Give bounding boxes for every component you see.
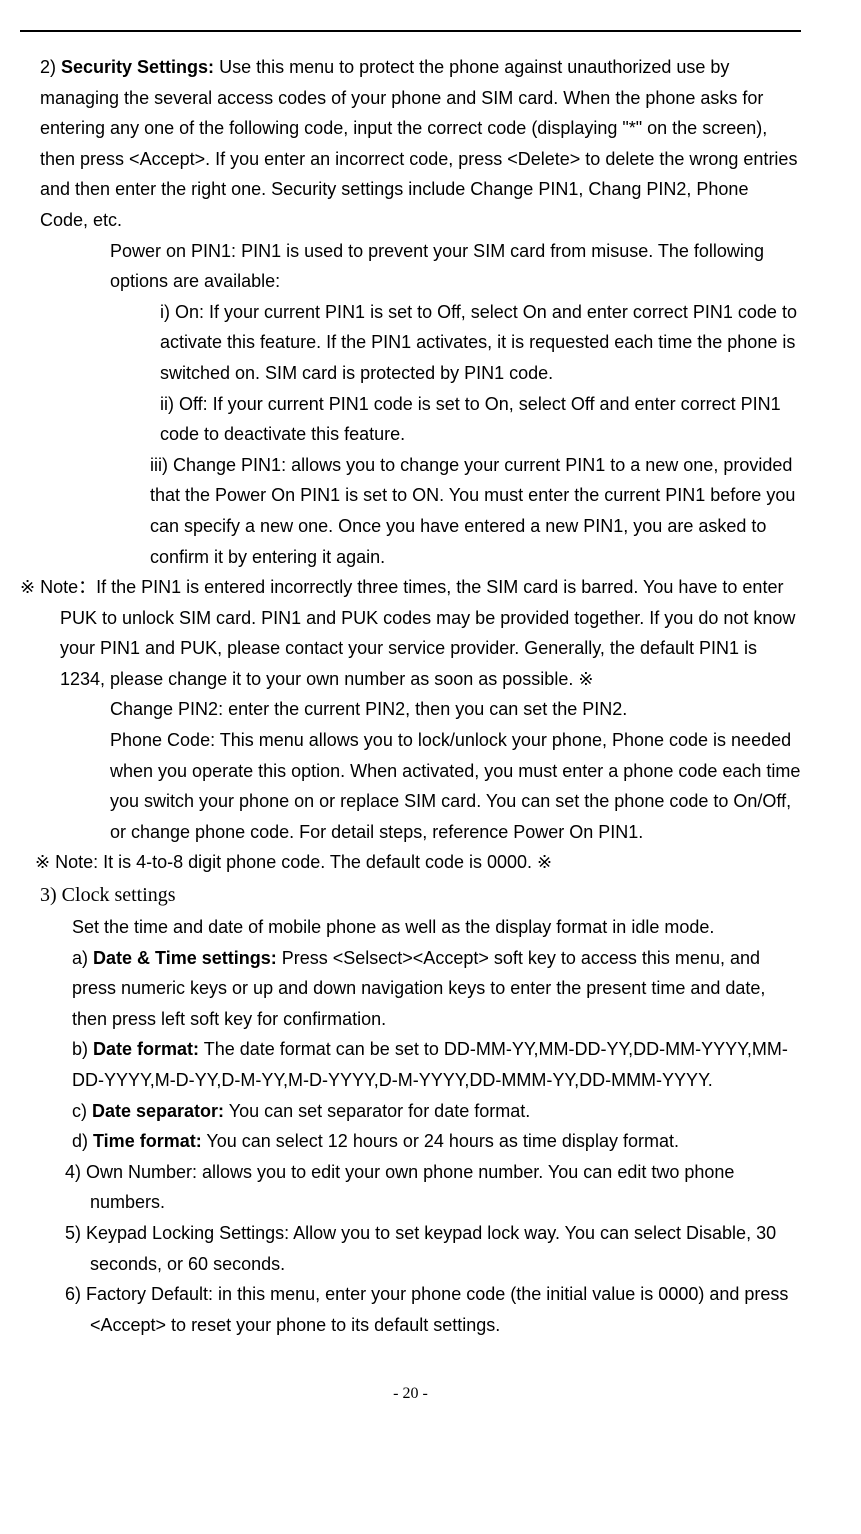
item-2-security: 2) Security Settings: Use this menu to p…: [40, 52, 801, 236]
sub-a-bold: Date & Time settings:: [93, 948, 277, 968]
sub-a-label: a): [72, 948, 93, 968]
sub-i-text: On: If your current PIN1 is set to Off, …: [160, 302, 797, 383]
item-2-text: Use this menu to protect the phone again…: [40, 57, 797, 230]
change-pin2: Change PIN2: enter the current PIN2, the…: [110, 694, 801, 725]
item-2-bold: Security Settings:: [61, 57, 214, 77]
sub-d: d) Time format: You can select 12 hours …: [72, 1126, 801, 1157]
item-3-clock: 3) Clock settings: [40, 878, 801, 912]
sub-ii-label: ii): [160, 394, 179, 414]
item-3-label: 3): [40, 884, 62, 906]
page-number: - 20 -: [20, 1380, 801, 1407]
sub-b-label: b): [72, 1039, 93, 1059]
item-3-title: Clock settings: [62, 884, 176, 906]
sub-ii-text: Off: If your current PIN1 code is set to…: [160, 394, 781, 445]
item-5-keypad: 5) Keypad Locking Settings: Allow you to…: [40, 1218, 801, 1279]
sub-b-bold: Date format:: [93, 1039, 199, 1059]
poweron-pin1: Power on PIN1: PIN1 is used to prevent y…: [110, 236, 801, 297]
sub-iii-text: Change PIN1: allows you to change your c…: [150, 455, 795, 567]
sub-c-bold: Date separator:: [92, 1101, 224, 1121]
sub-i: i) On: If your current PIN1 is set to Of…: [160, 297, 801, 389]
sub-d-label: d): [72, 1131, 93, 1151]
item-6-factory: 6) Factory Default: in this menu, enter …: [40, 1279, 801, 1340]
sub-iii: iii) Change PIN1: allows you to change y…: [150, 450, 801, 572]
sub-a: a) Date & Time settings: Press <Selsect>…: [72, 943, 801, 1035]
sub-i-label: i): [160, 302, 175, 322]
sub-c-label: c): [72, 1101, 92, 1121]
item-2-label: 2): [40, 57, 61, 77]
sub-b: b) Date format: The date format can be s…: [72, 1034, 801, 1095]
sub-c: c) Date separator: You can set separator…: [72, 1096, 801, 1127]
note-phone-code: ※ Note: It is 4-to-8 digit phone code. T…: [35, 847, 801, 878]
phone-code: Phone Code: This menu allows you to lock…: [110, 725, 801, 847]
item-4-own-number: 4) Own Number: allows you to edit your o…: [40, 1157, 801, 1218]
top-rule: [20, 30, 801, 32]
note-pin1: ※ Note：If the PIN1 is entered incorrectl…: [20, 572, 801, 694]
item-3-intro: Set the time and date of mobile phone as…: [72, 912, 801, 943]
sub-d-bold: Time format:: [93, 1131, 202, 1151]
sub-d-text: You can select 12 hours or 24 hours as t…: [202, 1131, 679, 1151]
sub-c-text: You can set separator for date format.: [224, 1101, 530, 1121]
sub-ii: ii) Off: If your current PIN1 code is se…: [160, 389, 801, 450]
sub-iii-label: iii): [150, 455, 173, 475]
